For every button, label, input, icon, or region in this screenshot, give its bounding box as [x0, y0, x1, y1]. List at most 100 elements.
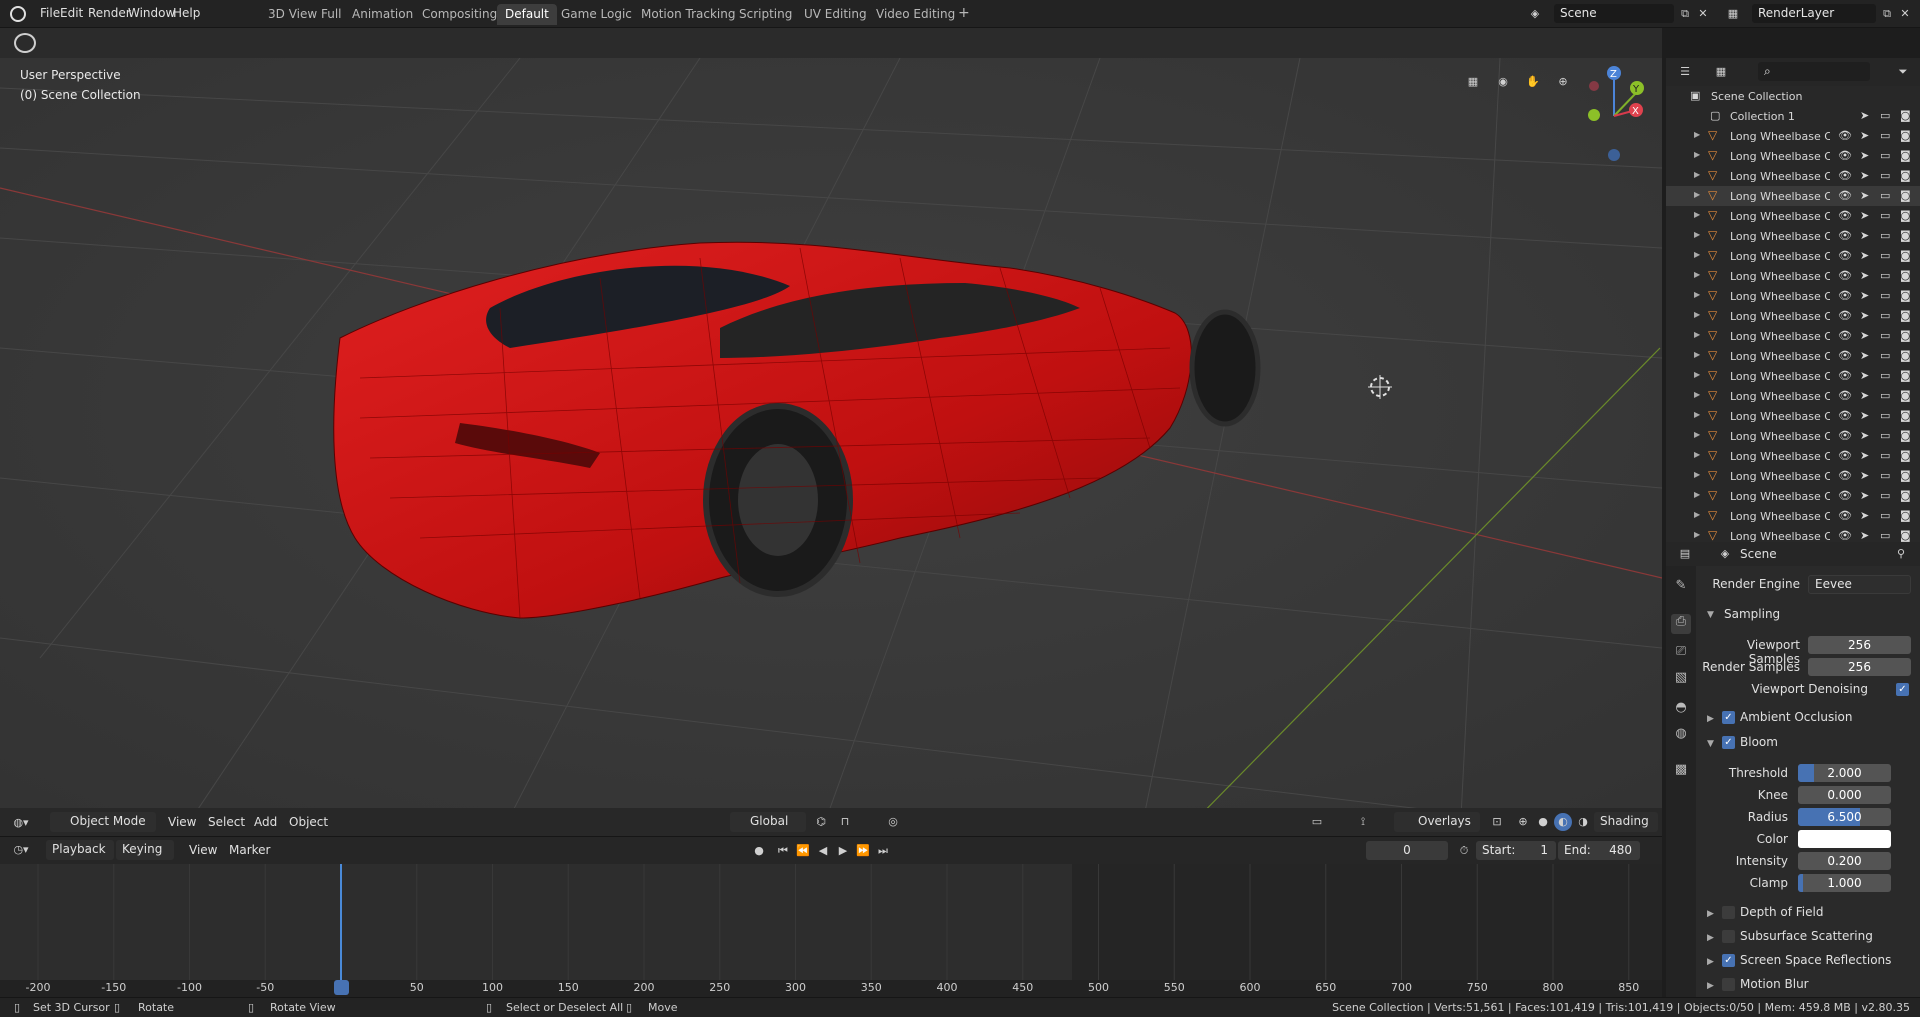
outliner-item[interactable]: ▶ ▽ Long Wheelbase Car 👁 ➤ ▭ ◙ — [1666, 506, 1920, 526]
filter-icon[interactable]: ⏷ — [1894, 63, 1912, 81]
expand-arrow-icon[interactable]: ▶ — [1694, 150, 1700, 159]
clamp-field[interactable]: 1.000 — [1798, 874, 1891, 892]
outliner-item[interactable]: ▶ ▽ Long Wheelbase Car 👁 ➤ ▭ ◙ — [1666, 126, 1920, 146]
tab-compositing[interactable]: Compositing — [414, 4, 505, 25]
outliner-search-field[interactable]: ⌕ — [1758, 62, 1870, 81]
select-arrow-icon[interactable]: ➤ — [1860, 249, 1869, 262]
jump-end-icon[interactable]: ⏭ — [874, 842, 892, 860]
outliner-scene-collection[interactable]: ▣ Scene Collection — [1666, 86, 1920, 106]
render-toggle-icon[interactable]: ◙ — [1900, 469, 1911, 482]
jump-start-icon[interactable]: ⏮ — [774, 842, 792, 860]
outliner-item[interactable]: ▶ ▽ Long Wheelbase Car 👁 ➤ ▭ ◙ — [1666, 486, 1920, 506]
outliner-editor-icon[interactable]: ☰ — [1676, 63, 1694, 81]
render-toggle-icon[interactable]: ◙ — [1900, 209, 1911, 222]
expand-arrow-icon[interactable]: ▶ — [1694, 350, 1700, 359]
render-toggle-icon[interactable]: ◙ — [1900, 189, 1911, 202]
ssr-checkbox[interactable]: ✓ — [1722, 954, 1735, 967]
timeline-view-menu[interactable]: View — [189, 843, 217, 857]
subsurface-checkbox[interactable] — [1722, 930, 1735, 943]
delete-scene-icon[interactable]: ✕ — [1694, 5, 1712, 23]
outliner-item[interactable]: ▶ ▽ Long Wheelbase Car 👁 ➤ ▭ ◙ — [1666, 286, 1920, 306]
viewport-toggle-icon[interactable]: ▭ — [1880, 129, 1890, 142]
render-toggle-icon[interactable]: ◙ — [1900, 489, 1911, 502]
menu-edit[interactable]: Edit — [60, 6, 83, 20]
knee-field[interactable]: 0.000 — [1798, 786, 1891, 804]
outliner-item[interactable]: ▶ ▽ Long Wheelbase Car 👁 ➤ ▭ ◙ — [1666, 226, 1920, 246]
play-reverse-icon[interactable]: ◀ — [814, 842, 832, 860]
snap-icon[interactable]: ⊓ — [836, 813, 854, 831]
expand-arrow-icon[interactable]: ▶ — [1694, 430, 1700, 439]
xray-icon[interactable]: ⊡ — [1488, 813, 1506, 831]
timeline-area[interactable] — [0, 864, 1662, 983]
render-toggle-icon[interactable]: ◙ — [1900, 349, 1911, 362]
scene-tab-icon[interactable]: ◓ — [1671, 700, 1691, 720]
new-render-layer-icon[interactable]: ⧉ — [1878, 5, 1896, 23]
sampling-expand-icon[interactable]: ▼ — [1707, 610, 1714, 620]
select-arrow-icon[interactable]: ➤ — [1860, 269, 1869, 282]
viewport-toggle-icon[interactable]: ▭ — [1880, 189, 1890, 202]
viewport-toggle-icon[interactable]: ▭ — [1880, 529, 1890, 542]
sampling-header[interactable]: Sampling — [1724, 607, 1780, 621]
expand-arrow-icon[interactable]: ▶ — [1694, 510, 1700, 519]
view-layer-tab-icon[interactable]: ▧ — [1671, 670, 1691, 690]
editor-type-icon[interactable]: ◍▾ — [12, 814, 30, 832]
tab-motion-tracking[interactable]: Motion Tracking — [633, 4, 743, 25]
tool-tab-icon[interactable]: ✎ — [1671, 578, 1691, 598]
render-tab-icon[interactable]: ⎙ — [1671, 614, 1691, 634]
render-toggle-icon[interactable]: ◙ — [1900, 169, 1911, 182]
expand-arrow-icon[interactable]: ▶ — [1694, 530, 1700, 539]
expand-arrow-icon[interactable]: ▶ — [1694, 210, 1700, 219]
menu-add[interactable]: Add — [254, 815, 277, 829]
tab-video-editing[interactable]: Video Editing — [868, 4, 963, 25]
pan-hand-icon[interactable]: ✋ — [1524, 73, 1542, 91]
viewport-toggle-icon[interactable]: ▭ — [1880, 349, 1890, 362]
outliner-item[interactable]: ▶ ▽ Long Wheelbase Car 👁 ➤ ▭ ◙ — [1666, 206, 1920, 226]
keying-dropdown[interactable]: Keying — [116, 840, 174, 860]
visibility-eye-icon[interactable]: 👁 — [1838, 269, 1852, 282]
render-toggle-icon[interactable]: ◙ — [1900, 329, 1911, 342]
pin-icon[interactable]: ⚲ — [1892, 545, 1910, 563]
viewport-toggle-icon[interactable]: ▭ — [1880, 109, 1890, 122]
add-workspace-button[interactable]: + — [950, 2, 978, 23]
select-arrow-icon[interactable]: ➤ — [1860, 129, 1869, 142]
scene-name-field[interactable]: Scene — [1554, 4, 1674, 23]
view-object-types-icon[interactable]: ▭ — [1308, 813, 1326, 831]
visibility-eye-icon[interactable]: 👁 — [1838, 229, 1852, 242]
bloom-header[interactable]: Bloom — [1740, 735, 1778, 749]
render-toggle-icon[interactable]: ◙ — [1900, 149, 1911, 162]
solid-shading-icon[interactable]: ● — [1534, 813, 1552, 831]
render-toggle-icon[interactable]: ◙ — [1900, 409, 1911, 422]
render-engine-dropdown[interactable]: Eevee — [1808, 575, 1911, 594]
visibility-eye-icon[interactable]: 👁 — [1838, 409, 1852, 422]
visibility-eye-icon[interactable]: 👁 — [1838, 209, 1852, 222]
new-scene-icon[interactable]: ⧉ — [1676, 5, 1694, 23]
viewport-toggle-icon[interactable]: ▭ — [1880, 429, 1890, 442]
bloom-checkbox[interactable]: ✓ — [1722, 736, 1735, 749]
viewport-toggle-icon[interactable]: ▭ — [1880, 209, 1890, 222]
viewport-toggle-icon[interactable]: ▭ — [1880, 309, 1890, 322]
viewport-toggle-icon[interactable]: ▭ — [1880, 229, 1890, 242]
depth-of-field-header[interactable]: Depth of Field — [1740, 905, 1823, 919]
start-frame-field[interactable]: Start: 1 — [1476, 841, 1556, 860]
viewport-toggle-icon[interactable]: ▭ — [1880, 369, 1890, 382]
select-arrow-icon[interactable]: ➤ — [1860, 389, 1869, 402]
properties-editor-icon[interactable]: ▤ — [1676, 545, 1694, 563]
shading-dropdown[interactable]: Shading — [1594, 812, 1658, 832]
select-arrow-icon[interactable]: ➤ — [1860, 169, 1869, 182]
gizmo-toggle-icon[interactable]: ⟟ — [1354, 813, 1372, 831]
expand-arrow-icon[interactable]: ▶ — [1694, 230, 1700, 239]
menu-view[interactable]: View — [168, 815, 196, 829]
proportional-edit-icon[interactable]: ◎ — [884, 813, 902, 831]
tab-uv-editing[interactable]: UV Editing — [796, 4, 875, 25]
expand-arrow-icon[interactable]: ▶ — [1694, 450, 1700, 459]
viewport-toggle-icon[interactable]: ▭ — [1880, 149, 1890, 162]
end-frame-field[interactable]: End: 480 — [1558, 841, 1640, 860]
select-arrow-icon[interactable]: ➤ — [1860, 109, 1869, 122]
rendered-shading-icon[interactable]: ◑ — [1574, 813, 1592, 831]
outliner-item[interactable]: ▶ ▽ Long Wheelbase Car 👁 ➤ ▭ ◙ — [1666, 426, 1920, 446]
outliner-item[interactable]: ▶ ▽ Long Wheelbase Car 👁 ➤ ▭ ◙ — [1666, 246, 1920, 266]
prev-keyframe-icon[interactable]: ⏪ — [794, 842, 812, 860]
render-toggle-icon[interactable]: ◙ — [1900, 129, 1911, 142]
visibility-eye-icon[interactable]: 👁 — [1838, 129, 1852, 142]
select-arrow-icon[interactable]: ➤ — [1860, 149, 1869, 162]
